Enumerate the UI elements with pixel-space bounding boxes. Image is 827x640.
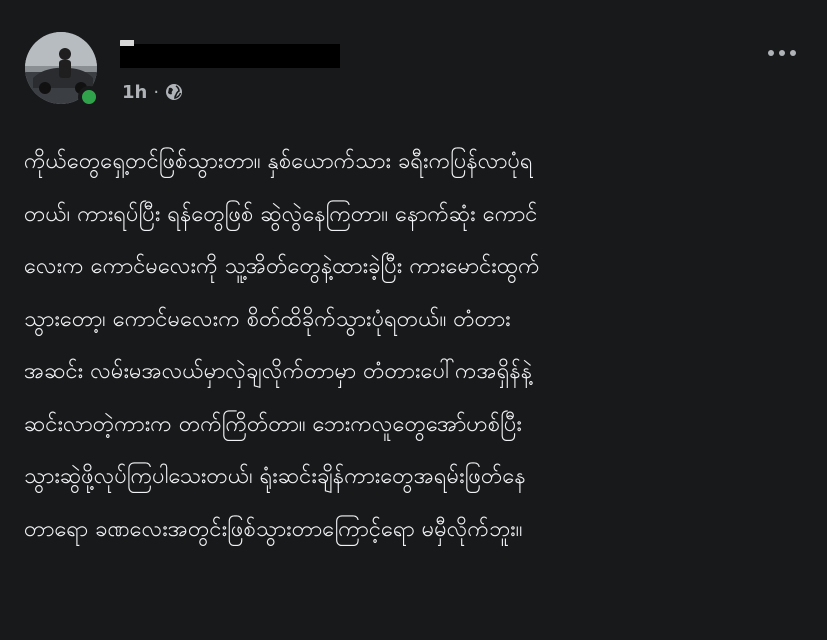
post-text-line: ဆင်းလာတဲ့ကားက တက်ကြိတ်တာ။ ဘေးကလူတွေအော်ဟ…	[24, 411, 522, 437]
meta-separator: ·	[153, 81, 160, 103]
post-text-line: ကိုယ်တွေရှေ့တင်ဖြစ်သွားတာ။ နှစ်ယောက်သား …	[24, 149, 533, 174]
more-horizontal-icon	[790, 50, 796, 56]
author-name-redacted[interactable]	[120, 38, 340, 72]
online-status-dot	[78, 86, 100, 108]
more-options-button[interactable]	[760, 40, 804, 66]
more-horizontal-icon	[768, 50, 774, 56]
post-text-line: တယ်၊ ကားရပ်ပြီး ရန်တွေဖြစ် ဆွဲလွဲနေကြတာ။…	[24, 201, 538, 227]
post-text-line: တာရော ခဏလေးအတွင်းဖြစ်သွားတာကြောင့်ရော မမ…	[24, 516, 523, 542]
globe-icon[interactable]	[165, 83, 183, 101]
post-text-line: သွားဆွဲဖို့လုပ်ကြပါသေးတယ်၊ ရုံးဆင်းချိန်…	[24, 464, 526, 489]
post-text-line: သွားတော့၊ ကောင်မလေးက စိတ်ထိခိုက်သွားပုံရ…	[24, 306, 511, 332]
post-meta: 1h ·	[122, 80, 183, 104]
post-text-line: အဆင်း လမ်းမအလယ်မှာလှဲချလိုက်တာမှာ တံတားပ…	[24, 359, 533, 384]
post-text-line: လေးက ကောင်မလေးကို သူ့အိတ်တွေနဲ့ထားခဲ့ပြီ…	[24, 254, 540, 279]
post-timestamp[interactable]: 1h	[122, 82, 147, 103]
post-text: ကိုယ်တွေရှေ့တင်ဖြစ်သွားတာ။ နှစ်ယောက်သား …	[24, 136, 814, 636]
more-horizontal-icon	[779, 50, 785, 56]
post-header: 1h ·	[0, 0, 827, 120]
